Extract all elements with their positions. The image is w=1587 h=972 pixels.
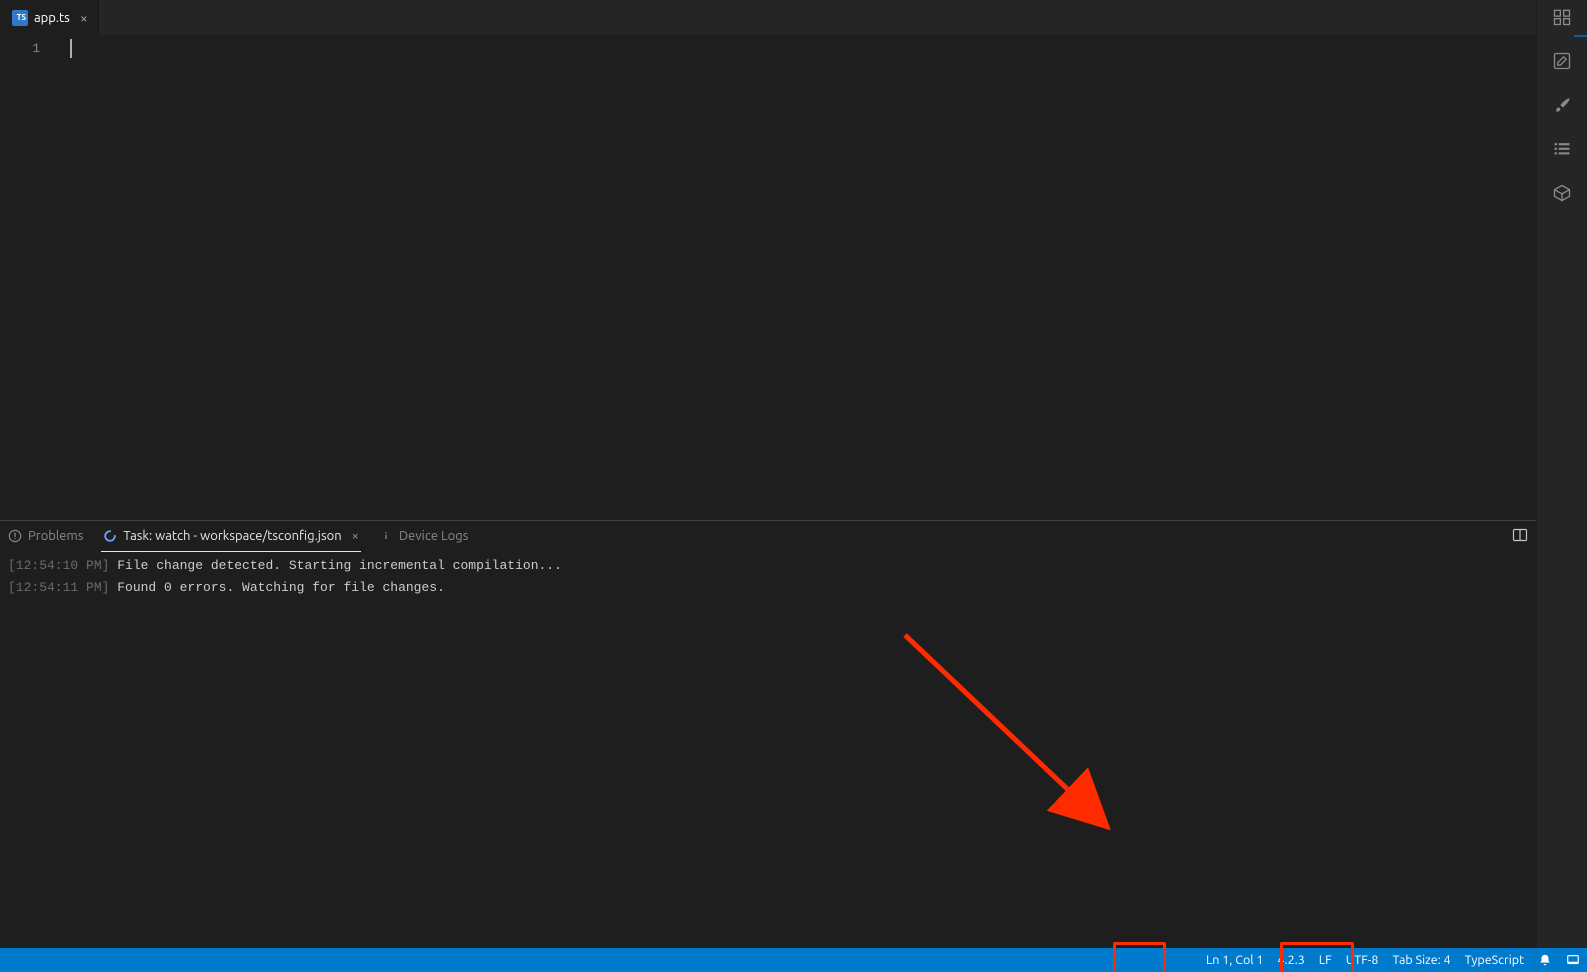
info-icon	[379, 529, 393, 543]
close-panel-tab-icon[interactable]: ×	[352, 529, 359, 543]
log-timestamp: [12:54:10 PM]	[8, 558, 109, 573]
editor-overview-indicator	[1574, 35, 1587, 37]
package-icon[interactable]	[1551, 182, 1573, 204]
status-cursor-position[interactable]: Ln 1, Col 1	[1199, 948, 1271, 972]
log-message: File change detected. Starting increment…	[109, 558, 561, 573]
code-editor[interactable]: 1	[0, 36, 1536, 520]
code-area[interactable]	[60, 36, 1536, 520]
main-column: TS app.ts × 1 Problems	[0, 0, 1536, 972]
line-number: 1	[0, 39, 40, 58]
panel-tab-strip: Problems Task: watch - workspace/tsconfi…	[0, 521, 1536, 551]
spinner-icon	[103, 529, 117, 543]
line-gutter: 1	[0, 36, 60, 520]
split-panel-icon[interactable]	[1512, 527, 1528, 546]
panel-tab-label: Task: watch - workspace/tsconfig.json	[123, 529, 341, 543]
text-cursor	[70, 39, 72, 58]
panel-tab-task[interactable]: Task: watch - workspace/tsconfig.json ×	[101, 521, 361, 552]
editor-tab[interactable]: TS app.ts ×	[0, 0, 99, 35]
annotation-highlight-version	[1113, 942, 1166, 972]
panel-tab-device-logs[interactable]: Device Logs	[377, 521, 470, 551]
panel-tab-label: Problems	[28, 529, 83, 543]
right-activity-rail	[1536, 0, 1587, 972]
edit-icon[interactable]	[1551, 50, 1573, 72]
layout-icon[interactable]	[1551, 6, 1573, 28]
bottom-panel: Problems Task: watch - workspace/tsconfi…	[0, 520, 1536, 972]
status-notifications-icon[interactable]	[1531, 948, 1559, 972]
log-timestamp: [12:54:11 PM]	[8, 580, 109, 595]
editor-tab-filename: app.ts	[34, 11, 70, 25]
panel-tab-problems[interactable]: Problems	[6, 521, 85, 551]
editor-tab-strip: TS app.ts ×	[0, 0, 1536, 36]
annotation-highlight-language	[1280, 942, 1354, 972]
warning-icon	[8, 529, 22, 543]
status-feedback-icon[interactable]	[1559, 948, 1587, 972]
brush-icon[interactable]	[1551, 94, 1573, 116]
panel-output[interactable]: [12:54:10 PM] File change detected. Star…	[0, 551, 1536, 972]
status-language-mode[interactable]: TypeScript	[1458, 948, 1531, 972]
typescript-file-icon: TS	[12, 10, 28, 26]
panel-tab-label: Device Logs	[399, 529, 468, 543]
log-message: Found 0 errors. Watching for file change…	[109, 580, 444, 595]
status-indentation[interactable]: Tab Size: 4	[1385, 948, 1457, 972]
close-tab-icon[interactable]: ×	[80, 10, 88, 26]
list-icon[interactable]	[1551, 138, 1573, 160]
